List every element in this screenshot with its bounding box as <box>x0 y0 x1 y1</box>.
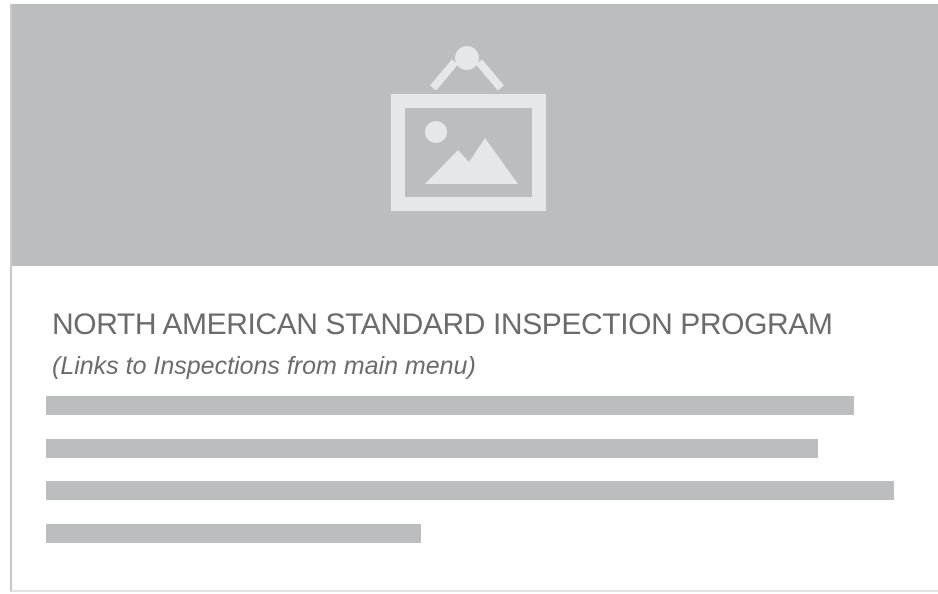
text-placeholder-line <box>46 524 421 543</box>
card-subtitle: (Links to Inspections from main menu) <box>52 352 476 380</box>
text-placeholder-line <box>46 439 818 458</box>
text-placeholder-line <box>46 481 894 500</box>
text-placeholder-line <box>46 396 854 415</box>
content-card[interactable]: NORTH AMERICAN STANDARD INSPECTION PROGR… <box>10 4 938 592</box>
framed-picture-icon <box>391 46 546 211</box>
card-title: NORTH AMERICAN STANDARD INSPECTION PROGR… <box>52 308 833 341</box>
hero-image-placeholder <box>12 4 938 266</box>
